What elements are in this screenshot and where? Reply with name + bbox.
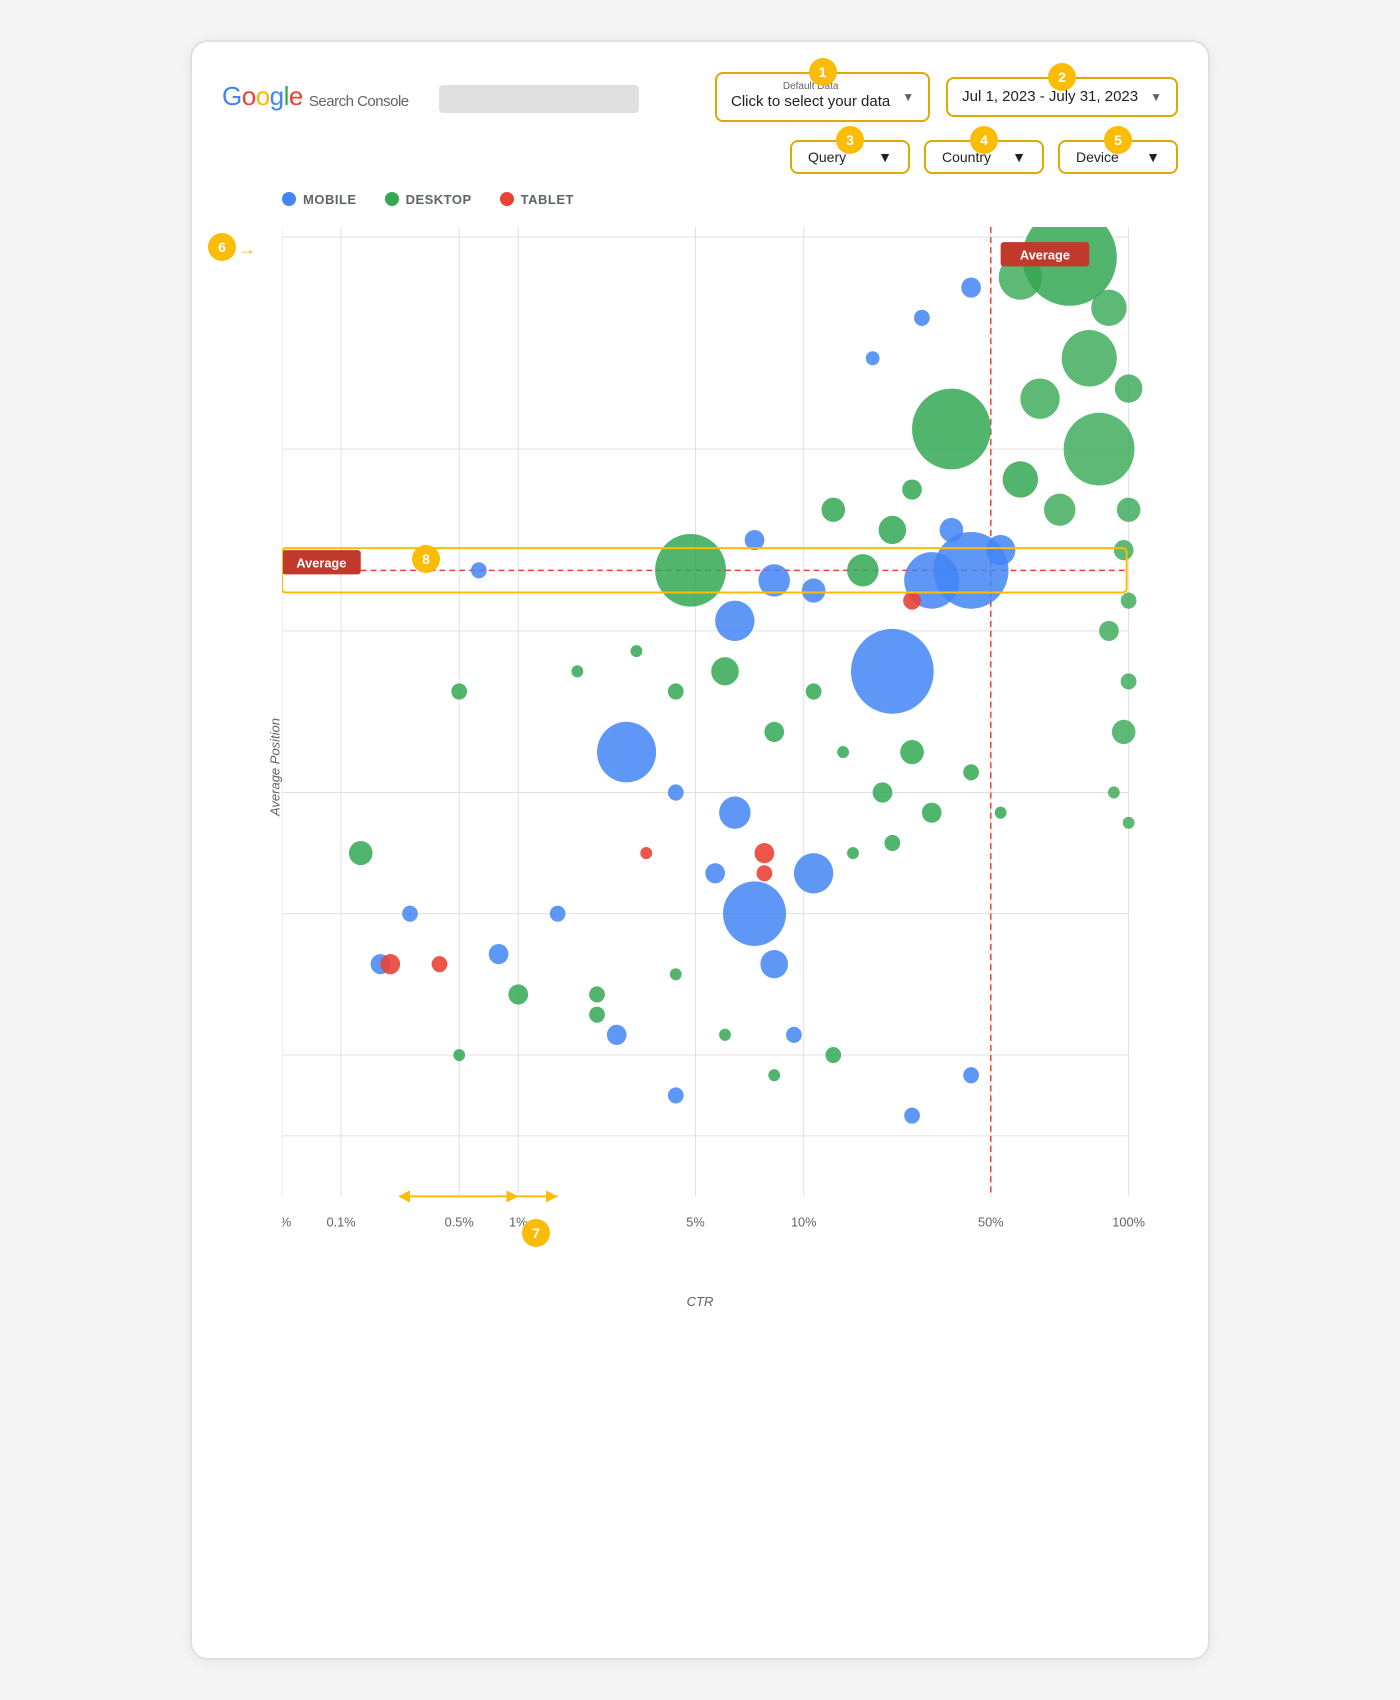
header-row: Google Search Console 1 Default Data Cli… [222, 72, 1178, 122]
desktop-label: DESKTOP [406, 192, 472, 207]
legend-mobile: MOBILE [282, 192, 357, 207]
badge-8: 8 [412, 545, 440, 573]
search-bar-placeholder [439, 85, 639, 113]
chevron-down-icon: ▼ [1012, 149, 1026, 165]
svg-text:Average: Average [296, 555, 346, 570]
svg-text:0.5%: 0.5% [445, 1214, 475, 1229]
chart-area: 6 → Average Position [222, 217, 1178, 1317]
legend-tablet: TABLET [500, 192, 574, 207]
svg-text:0%: 0% [282, 1214, 292, 1229]
chevron-down-icon: ▼ [878, 149, 892, 165]
dropdown-controls: 1 Default Data Click to select your data… [659, 72, 1178, 122]
product-name: Search Console [309, 94, 409, 109]
badge-6: 6 [208, 233, 236, 261]
badge-7: 7 [522, 1219, 550, 1247]
dropdown1-small-label: Default Data [731, 82, 890, 92]
legend-row: MOBILE DESKTOP TABLET [222, 192, 1178, 207]
tablet-dot [500, 192, 514, 206]
mobile-label: MOBILE [303, 192, 357, 207]
tablet-label: TABLET [521, 192, 574, 207]
main-card: Google Search Console 1 Default Data Cli… [190, 40, 1210, 1660]
svg-text:0.1%: 0.1% [326, 1214, 356, 1229]
chevron-down-icon: ▼ [1146, 149, 1160, 165]
chevron-down-icon: ▼ [902, 90, 914, 104]
mobile-dot [282, 192, 296, 206]
desktop-dot [385, 192, 399, 206]
google-logo: Google Search Console [222, 81, 409, 112]
chevron-down-icon: ▼ [1150, 90, 1162, 104]
dropdown1-main-label: Click to select your data [731, 92, 890, 112]
badge-2: 2 [1048, 63, 1076, 91]
badge-1: 1 [809, 58, 837, 86]
svg-text:50%: 50% [978, 1214, 1004, 1229]
badge-3: 3 [836, 126, 864, 154]
svg-text:10%: 10% [791, 1214, 817, 1229]
query-label: Query [808, 149, 846, 165]
x-axis-label: CTR [687, 1294, 714, 1309]
svg-text:5%: 5% [686, 1214, 705, 1229]
svg-text:100%: 100% [1112, 1214, 1145, 1229]
dropdown2-main-label: Jul 1, 2023 - July 31, 2023 [962, 87, 1138, 107]
badge-4: 4 [970, 126, 998, 154]
chart-svg: 0% 0.1% 0.5% 1% 5% 10% 50% 100% 1 5 10 1… [282, 227, 1168, 1257]
y-axis-label: Average Position [268, 717, 283, 815]
legend-desktop: DESKTOP [385, 192, 472, 207]
svg-text:Average: Average [1020, 247, 1070, 262]
badge-5: 5 [1104, 126, 1132, 154]
chart-inner: 0% 0.1% 0.5% 1% 5% 10% 50% 100% 1 5 10 1… [282, 227, 1168, 1257]
filter-row: 3 Query ▼ 4 Country ▼ 5 Device ▼ [222, 140, 1178, 174]
arrow-right-icon: → [238, 239, 256, 260]
